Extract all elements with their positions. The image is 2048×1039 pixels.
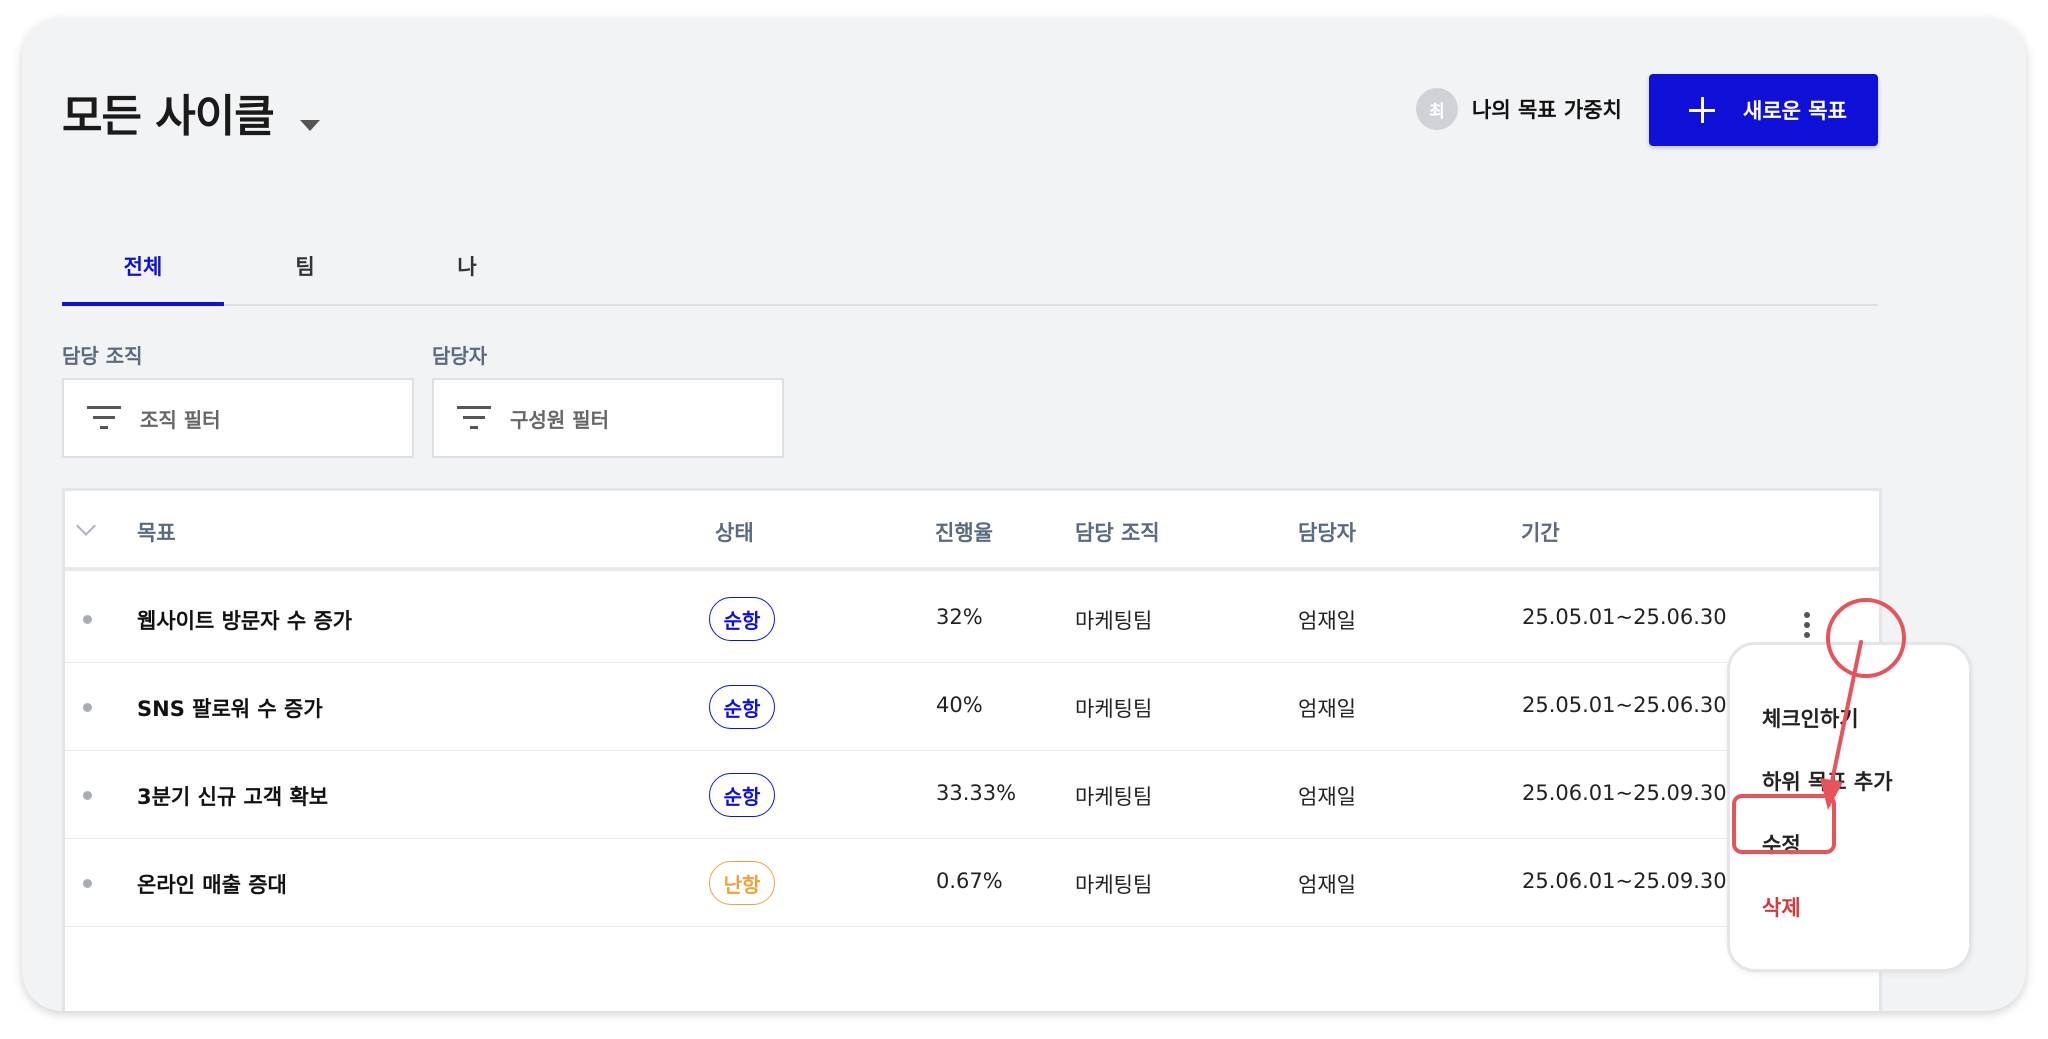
- goals-table: 목표 상태 진행율 담당 조직 담당자 기간 웹사이트 방문자 수 증가 순항 …: [62, 488, 1882, 1011]
- annotation-arrow-icon: [1820, 640, 1863, 810]
- app-window: 모든 사이클 최 나의 목표 가중치 새로운 목표 전체 팀 나 담당 조직 조…: [22, 18, 2026, 1011]
- goal-title[interactable]: 웹사이트 방문자 수 증가: [137, 605, 352, 635]
- expand-all-chevron-icon[interactable]: [76, 516, 96, 536]
- org-value: 마케팅팀: [1075, 609, 1153, 633]
- status-badge: 순항: [709, 773, 775, 817]
- status-badge: 난항: [709, 861, 775, 905]
- row-bullet: [83, 879, 92, 888]
- org-filter-input[interactable]: 조직 필터: [62, 378, 414, 458]
- status-badge: 순항: [709, 597, 775, 641]
- my-goal-weight[interactable]: 최 나의 목표 가중치: [1416, 88, 1622, 130]
- header-period: 기간: [1521, 521, 1560, 545]
- table-row[interactable]: 온라인 매출 증대 난항 0.67% 마케팅팀 엄재일 25.06.01~25.…: [65, 839, 1879, 927]
- member-filter-placeholder: 구성원 필터: [510, 407, 609, 432]
- progress-value: 40%: [936, 693, 983, 717]
- org-filter-placeholder: 조직 필터: [140, 407, 221, 432]
- new-goal-button[interactable]: 새로운 목표: [1649, 74, 1878, 146]
- org-value: 마케팅팀: [1075, 697, 1153, 721]
- menu-item-delete[interactable]: 삭제: [1762, 892, 1801, 922]
- row-bullet: [83, 703, 92, 712]
- tab-me[interactable]: 나: [386, 244, 548, 306]
- period-value: 25.05.01~25.06.30: [1522, 605, 1727, 629]
- header-progress: 진행율: [935, 521, 993, 545]
- header-owner: 담당자: [1298, 521, 1356, 545]
- header-org: 담당 조직: [1075, 521, 1160, 545]
- progress-value: 0.67%: [936, 869, 1003, 893]
- weight-label: 나의 목표 가중치: [1472, 98, 1622, 122]
- filter-icon: [86, 406, 122, 430]
- row-bullet: [83, 791, 92, 800]
- org-value: 마케팅팀: [1075, 785, 1153, 809]
- avatar: 최: [1416, 88, 1458, 130]
- tab-team[interactable]: 팀: [224, 244, 386, 306]
- tab-bar: 전체 팀 나: [62, 244, 1878, 306]
- status-badge: 순항: [709, 685, 775, 729]
- plus-icon: [1689, 97, 1715, 123]
- owner-value: 엄재일: [1298, 697, 1356, 721]
- header-goal: 목표: [137, 521, 176, 545]
- table-row[interactable]: 3분기 신규 고객 확보 순항 33.33% 마케팅팀 엄재일 25.06.01…: [65, 751, 1879, 839]
- goal-title[interactable]: 3분기 신규 고객 확보: [137, 781, 328, 811]
- table-row[interactable]: 웹사이트 방문자 수 증가 순항 32% 마케팅팀 엄재일 25.05.01~2…: [65, 575, 1879, 663]
- filter-icon: [456, 406, 492, 430]
- row-bullet: [83, 615, 92, 624]
- goal-title[interactable]: 온라인 매출 증대: [137, 869, 287, 899]
- owner-value: 엄재일: [1298, 609, 1356, 633]
- tab-all[interactable]: 전체: [62, 244, 224, 306]
- org-value: 마케팅팀: [1075, 873, 1153, 897]
- period-value: 25.05.01~25.06.30: [1522, 693, 1727, 717]
- more-options-kebab-icon[interactable]: [1804, 612, 1810, 638]
- owner-value: 엄재일: [1298, 873, 1356, 897]
- goal-title[interactable]: SNS 팔로워 수 증가: [137, 693, 323, 723]
- progress-value: 32%: [936, 605, 983, 629]
- table-header: 목표 상태 진행율 담당 조직 담당자 기간: [65, 491, 1879, 571]
- page-title: 모든 사이클: [62, 91, 275, 142]
- owner-value: 엄재일: [1298, 785, 1356, 809]
- org-filter-label: 담당 조직: [62, 344, 143, 368]
- period-value: 25.06.01~25.09.30: [1522, 781, 1727, 805]
- member-filter-input[interactable]: 구성원 필터: [432, 378, 784, 458]
- progress-value: 33.33%: [936, 781, 1017, 805]
- period-value: 25.06.01~25.09.30: [1522, 869, 1727, 893]
- member-filter-label: 담당자: [432, 344, 488, 368]
- table-row[interactable]: SNS 팔로워 수 증가 순항 40% 마케팅팀 엄재일 25.05.01~25…: [65, 663, 1879, 751]
- new-goal-label: 새로운 목표: [1743, 99, 1847, 123]
- cycle-dropdown-caret-icon[interactable]: [300, 120, 320, 131]
- header-status: 상태: [715, 521, 754, 545]
